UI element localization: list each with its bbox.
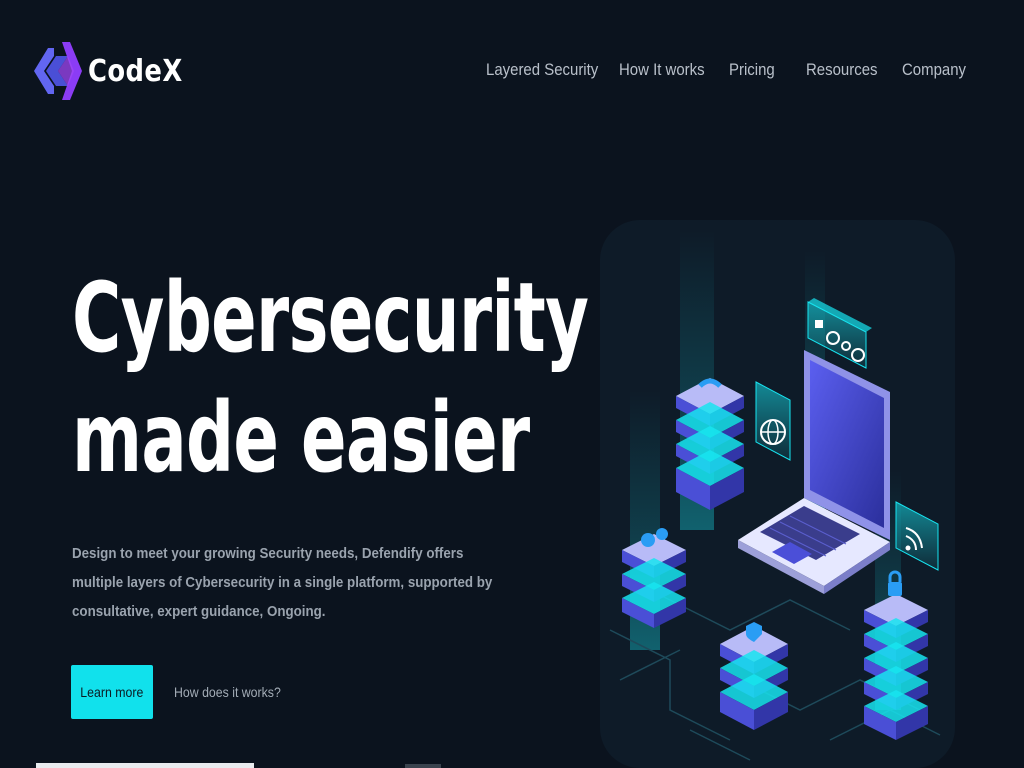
nav-item-layered-security[interactable]: Layered Security — [486, 60, 598, 80]
hero-title: Cybersecurity made easier — [72, 258, 589, 498]
server-stack-icon — [676, 378, 744, 510]
security-illustration — [600, 220, 955, 768]
main-nav: Layered Security How It works Pricing Re… — [486, 60, 966, 80]
gear-icon — [641, 533, 655, 547]
lock-icon — [815, 320, 823, 328]
learn-more-button[interactable]: Learn more — [71, 665, 153, 719]
how-it-works-link[interactable]: How does it works? — [174, 684, 281, 700]
bottom-divider — [405, 764, 441, 768]
nav-item-pricing[interactable]: Pricing — [729, 60, 775, 80]
lock-icon — [888, 582, 902, 596]
bottom-strip — [36, 763, 254, 768]
hero-illustration — [590, 210, 970, 768]
landing-page: CodeX Layered Security How It works Pric… — [0, 0, 1024, 768]
hero-description: Design to meet your growing Security nee… — [72, 546, 493, 620]
brand-name: CodeX — [88, 53, 183, 89]
nav-item-how-it-works[interactable]: How It works — [619, 60, 705, 80]
brand-logo[interactable]: CodeX — [32, 38, 198, 104]
hero-title-line-1: Cybersecurity — [72, 262, 589, 374]
codex-logo-icon — [34, 42, 82, 100]
nav-item-company[interactable]: Company — [902, 60, 966, 80]
hero-title-line-2: made easier — [72, 382, 530, 494]
nav-item-resources[interactable]: Resources — [806, 60, 878, 80]
learn-more-label: Learn more — [80, 684, 144, 700]
